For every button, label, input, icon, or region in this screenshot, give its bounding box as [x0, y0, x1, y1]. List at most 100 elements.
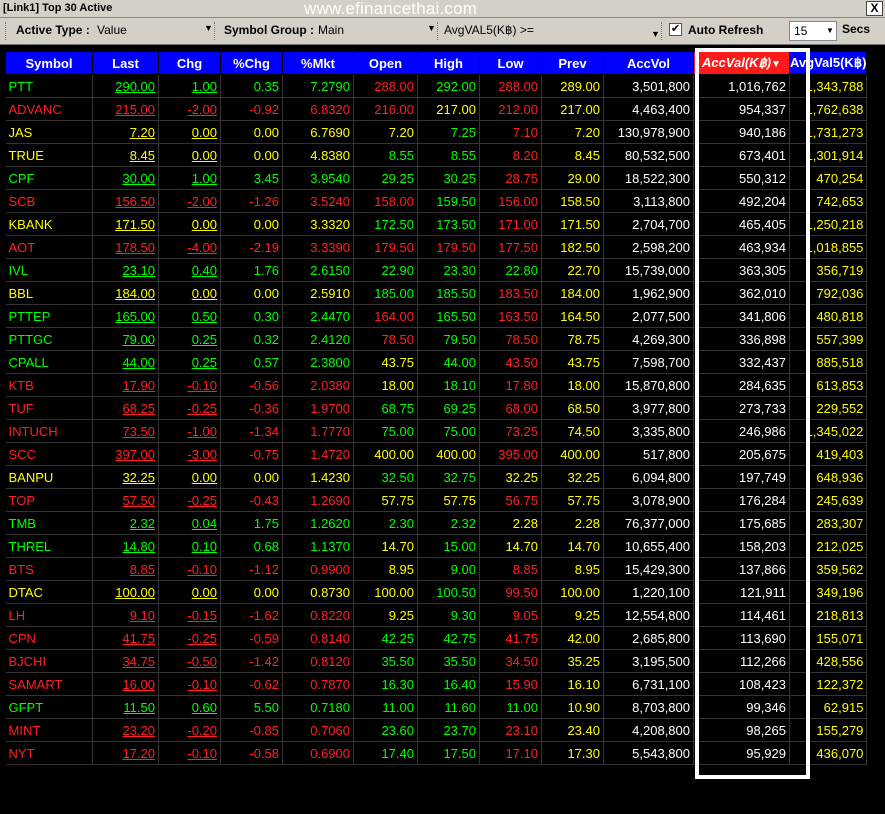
column-header-accvol[interactable]: AccVol — [603, 51, 694, 75]
chg-cell[interactable]: -0.25 — [158, 626, 221, 650]
chg-cell[interactable]: 0.00 — [158, 580, 221, 604]
last-cell[interactable]: 23.20 — [92, 718, 159, 742]
chg-cell[interactable]: -4.00 — [158, 235, 221, 259]
column-header-chg[interactable]: Chg — [158, 51, 221, 75]
symbol-cell[interactable]: SCB — [5, 189, 93, 213]
chg-cell[interactable]: 0.40 — [158, 258, 221, 282]
symbol-cell[interactable]: CPF — [5, 166, 93, 190]
column-header-symbol[interactable]: Symbol — [5, 51, 93, 75]
symbol-cell[interactable]: PTTGC — [5, 327, 93, 351]
symbol-cell[interactable]: LH — [5, 603, 93, 627]
column-header-open[interactable]: Open — [353, 51, 418, 75]
chg-cell[interactable]: 1.00 — [158, 166, 221, 190]
last-cell[interactable]: 34.75 — [92, 649, 159, 673]
column-header-last[interactable]: Last — [92, 51, 159, 75]
symbol-cell[interactable]: CPALL — [5, 350, 93, 374]
close-button[interactable]: X — [866, 1, 883, 16]
symbol-cell[interactable]: PTTEP — [5, 304, 93, 328]
chg-cell[interactable]: 0.00 — [158, 143, 221, 167]
last-cell[interactable]: 17.90 — [92, 373, 159, 397]
symbol-cell[interactable]: IVL — [5, 258, 93, 282]
chg-cell[interactable]: 0.00 — [158, 465, 221, 489]
symbol-cell[interactable]: AOT — [5, 235, 93, 259]
symbol-cell[interactable]: TMB — [5, 511, 93, 535]
chg-cell[interactable]: 0.04 — [158, 511, 221, 535]
symbol-cell[interactable]: NYT — [5, 741, 93, 765]
last-cell[interactable]: 7.20 — [92, 120, 159, 144]
symbol-cell[interactable]: TOP — [5, 488, 93, 512]
chg-cell[interactable]: 0.10 — [158, 534, 221, 558]
active-type-select[interactable]: Value — [97, 23, 127, 37]
last-cell[interactable]: 156.50 — [92, 189, 159, 213]
toolbar-grip[interactable] — [214, 22, 218, 40]
last-cell[interactable]: 44.00 — [92, 350, 159, 374]
symbol-cell[interactable]: BBL — [5, 281, 93, 305]
last-cell[interactable]: 32.25 — [92, 465, 159, 489]
last-cell[interactable]: 14.80 — [92, 534, 159, 558]
chg-cell[interactable]: 0.00 — [158, 120, 221, 144]
chg-cell[interactable]: -2.00 — [158, 97, 221, 121]
symbol-cell[interactable]: SCC — [5, 442, 93, 466]
chevron-down-icon[interactable]: ▼ — [826, 26, 834, 35]
chg-cell[interactable]: 0.25 — [158, 327, 221, 351]
last-cell[interactable]: 397.00 — [92, 442, 159, 466]
chg-cell[interactable]: 0.00 — [158, 281, 221, 305]
symbol-cell[interactable]: TRUE — [5, 143, 93, 167]
chg-cell[interactable]: -2.00 — [158, 189, 221, 213]
last-cell[interactable]: 23.10 — [92, 258, 159, 282]
chg-cell[interactable]: -3.00 — [158, 442, 221, 466]
toolbar-overflow-icon[interactable]: ▼ — [651, 29, 660, 39]
last-cell[interactable]: 178.50 — [92, 235, 159, 259]
symbol-cell[interactable]: PTT — [5, 74, 93, 98]
chg-cell[interactable]: -0.25 — [158, 488, 221, 512]
last-cell[interactable]: 16.00 — [92, 672, 159, 696]
chg-cell[interactable]: -1.00 — [158, 419, 221, 443]
chg-cell[interactable]: -0.10 — [158, 741, 221, 765]
column-header-low[interactable]: Low — [479, 51, 542, 75]
symbol-cell[interactable]: BJCHI — [5, 649, 93, 673]
symbol-cell[interactable]: CPN — [5, 626, 93, 650]
last-cell[interactable]: 73.50 — [92, 419, 159, 443]
toolbar-grip[interactable] — [5, 22, 9, 40]
last-cell[interactable]: 8.85 — [92, 557, 159, 581]
last-cell[interactable]: 215.00 — [92, 97, 159, 121]
last-cell[interactable]: 30.00 — [92, 166, 159, 190]
last-cell[interactable]: 9.10 — [92, 603, 159, 627]
symbol-cell[interactable]: KBANK — [5, 212, 93, 236]
column-header-high[interactable]: High — [417, 51, 480, 75]
last-cell[interactable]: 8.45 — [92, 143, 159, 167]
chg-cell[interactable]: 0.25 — [158, 350, 221, 374]
symbol-cell[interactable]: JAS — [5, 120, 93, 144]
symbol-cell[interactable]: SAMART — [5, 672, 93, 696]
last-cell[interactable]: 41.75 — [92, 626, 159, 650]
symbol-cell[interactable]: DTAC — [5, 580, 93, 604]
chg-cell[interactable]: 1.00 — [158, 74, 221, 98]
last-cell[interactable]: 184.00 — [92, 281, 159, 305]
symbol-cell[interactable]: BANPU — [5, 465, 93, 489]
last-cell[interactable]: 100.00 — [92, 580, 159, 604]
column-header-pct-mkt[interactable]: %Mkt — [282, 51, 354, 75]
last-cell[interactable]: 165.00 — [92, 304, 159, 328]
symbol-cell[interactable]: ADVANC — [5, 97, 93, 121]
chg-cell[interactable]: -0.25 — [158, 396, 221, 420]
last-cell[interactable]: 17.20 — [92, 741, 159, 765]
symbol-cell[interactable]: BTS — [5, 557, 93, 581]
column-header-prev[interactable]: Prev — [541, 51, 604, 75]
last-cell[interactable]: 11.50 — [92, 695, 159, 719]
last-cell[interactable]: 2.32 — [92, 511, 159, 535]
chg-cell[interactable]: 0.60 — [158, 695, 221, 719]
chg-cell[interactable]: -0.10 — [158, 672, 221, 696]
active-type-dropdown-icon[interactable]: ▼ — [204, 23, 213, 33]
symbol-group-select[interactable]: Main — [318, 23, 344, 37]
symbol-cell[interactable]: INTUCH — [5, 419, 93, 443]
symbol-cell[interactable]: TUF — [5, 396, 93, 420]
toolbar-grip[interactable] — [661, 22, 665, 40]
last-cell[interactable]: 290.00 — [92, 74, 159, 98]
chg-cell[interactable]: 0.50 — [158, 304, 221, 328]
symbol-group-dropdown-icon[interactable]: ▼ — [427, 23, 436, 33]
chg-cell[interactable]: -0.20 — [158, 718, 221, 742]
symbol-cell[interactable]: MINT — [5, 718, 93, 742]
last-cell[interactable]: 171.50 — [92, 212, 159, 236]
toolbar-grip[interactable] — [437, 22, 441, 40]
auto-refresh-checkbox[interactable]: ✔ — [669, 23, 682, 36]
